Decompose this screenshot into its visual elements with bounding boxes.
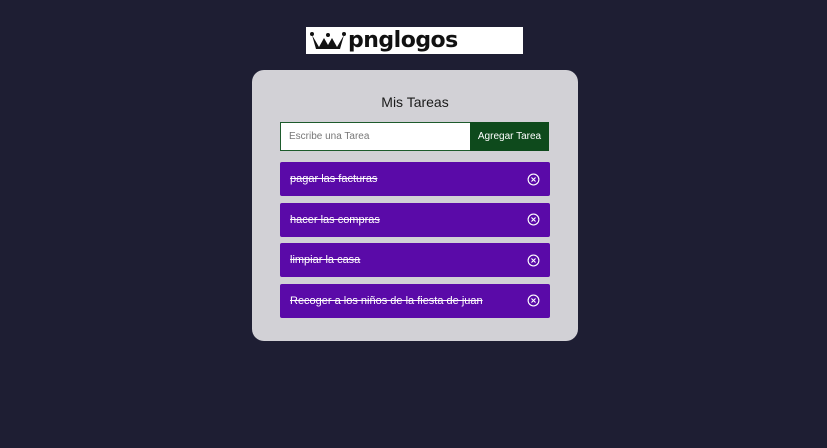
close-circle-icon[interactable] [527, 173, 540, 186]
task-label: hacer las compras [290, 213, 380, 226]
task-label: limpiar la casa [290, 254, 361, 267]
card-title: Mis Tareas [381, 94, 449, 110]
close-circle-icon[interactable] [527, 294, 540, 307]
logo: pnglogos [306, 27, 523, 54]
task-item[interactable]: hacer las compras [280, 202, 550, 237]
crown-icon [310, 31, 346, 49]
todo-card: Mis Tareas Agregar Tarea pagar las factu… [252, 70, 578, 341]
task-item[interactable]: limpiar la casa [280, 243, 550, 278]
task-input[interactable] [280, 122, 470, 151]
task-item[interactable]: pagar las facturas [280, 162, 550, 196]
close-circle-icon[interactable] [527, 254, 540, 267]
task-label: pagar las facturas [290, 173, 378, 185]
task-label: Recoger a los niños de la fiesta de juan [290, 294, 483, 307]
task-input-row: Agregar Tarea [280, 122, 549, 151]
task-list: pagar las facturas hacer las compras lim… [280, 162, 550, 324]
logo-text: pnglogos [348, 28, 458, 53]
add-task-button[interactable]: Agregar Tarea [470, 122, 549, 151]
task-item[interactable]: Recoger a los niños de la fiesta de juan [280, 283, 550, 318]
close-circle-icon[interactable] [527, 213, 540, 226]
